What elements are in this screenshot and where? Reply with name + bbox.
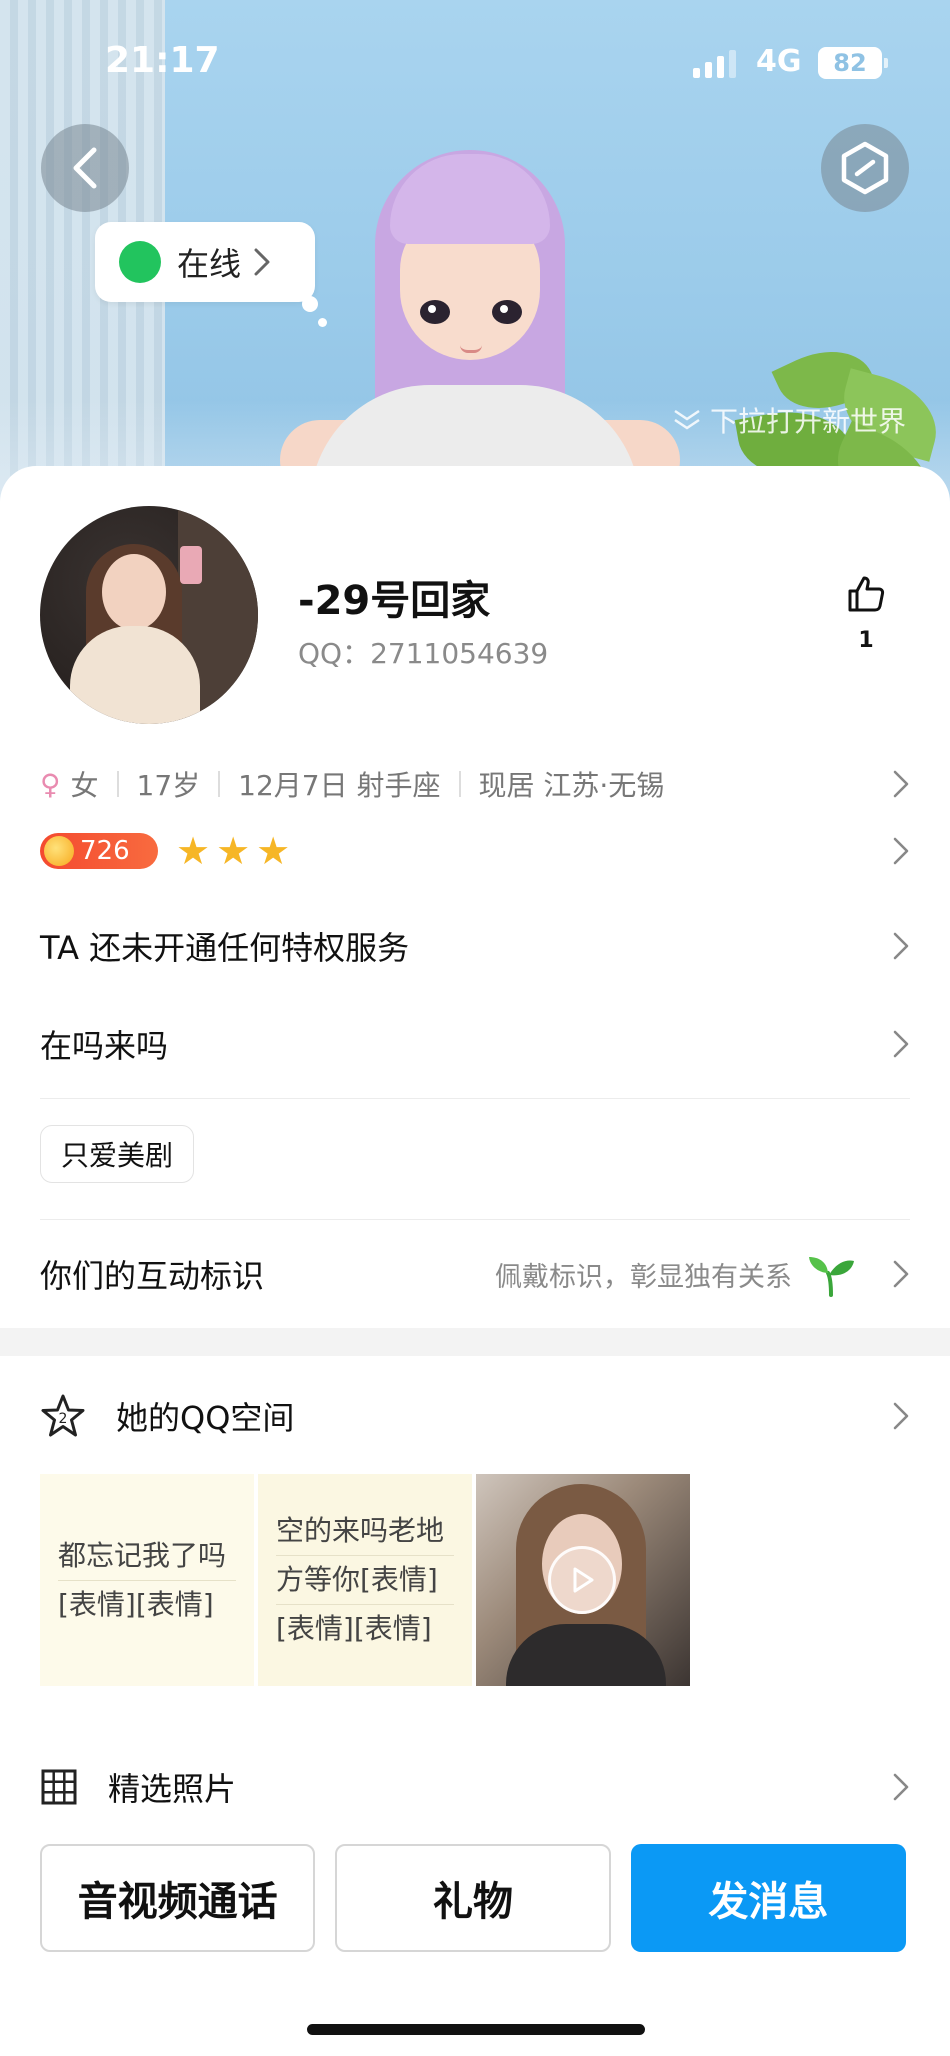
gender-label: 女 (70, 769, 99, 802)
chevron-right-icon (254, 248, 270, 276)
grid-icon (41, 1769, 77, 1805)
qzone-star-icon: 2 (41, 1394, 85, 1437)
info-separator (218, 771, 221, 797)
interaction-label: 你们的互动标识 (40, 1257, 265, 1295)
thought-bubble-dot (318, 318, 327, 327)
battery-icon: 82 (818, 47, 888, 79)
qq-level-row[interactable]: 726 ★ ★ ★ (40, 826, 910, 876)
interaction-hint-text: 佩戴标识，彰显独有关系 (495, 1261, 792, 1293)
play-icon (548, 1546, 616, 1614)
qzone-title: 她的QQ空间 (116, 1399, 295, 1437)
signature-text: 在吗来吗 (40, 1027, 169, 1065)
basic-info-row[interactable]: ♀ 女 17岁 12月7日 射手座 现居 江苏·无锡 (40, 760, 910, 808)
svg-text:2: 2 (59, 1411, 68, 1427)
pull-hint-text: 下拉打开新世界 (710, 405, 907, 438)
double-chevron-down-icon (674, 409, 700, 430)
thought-bubble-dot (302, 296, 318, 312)
location-label: 现居 江苏·无锡 (478, 769, 665, 802)
post-line: 都忘记我了吗 (58, 1532, 236, 1581)
online-dot-icon (119, 241, 161, 283)
star-icon: ★ (176, 829, 211, 873)
qzone-row[interactable]: 2 她的QQ空间 (40, 1388, 910, 1444)
divider (40, 1098, 910, 1099)
level-stars: ★ ★ ★ (176, 832, 290, 870)
info-separator (458, 771, 461, 797)
star-icon: ★ (216, 829, 251, 873)
featured-photos-title: 精选照片 (108, 1770, 237, 1808)
chevron-right-icon (893, 932, 909, 960)
action-bar: 音视频通话 礼物 发消息 (40, 1844, 907, 1952)
birthday-label: 12月7日 射手座 (238, 769, 441, 802)
post-line: 空的来吗老地 (276, 1507, 454, 1556)
home-indicator[interactable] (307, 2024, 645, 2035)
signature-row[interactable]: 在吗来吗 (40, 1012, 910, 1076)
nickname: -29号回家 (298, 578, 491, 624)
female-icon: ♀ (40, 767, 61, 801)
chevron-left-icon (73, 147, 97, 189)
chevron-right-icon (893, 837, 909, 865)
av-call-button[interactable]: 音视频通话 (40, 1844, 316, 1952)
hexagon-icon (841, 141, 889, 195)
gift-button[interactable]: 礼物 (335, 1844, 611, 1952)
chevron-right-icon (893, 1402, 909, 1430)
interest-tag[interactable]: 只爱美剧 (40, 1125, 195, 1183)
network-type: 4G (756, 44, 802, 79)
qq-number: 2711054639 (370, 637, 549, 670)
divider (40, 1219, 910, 1220)
chevron-right-icon (893, 1030, 909, 1058)
thumbs-up-icon (848, 576, 885, 612)
age-label: 17岁 (136, 769, 201, 802)
interaction-mark-row[interactable]: 你们的互动标识 佩戴标识，彰显独有关系 (40, 1242, 910, 1306)
star-icon: ★ (256, 829, 291, 873)
chevron-right-icon (893, 770, 909, 798)
info-separator (116, 771, 119, 797)
featured-photos-row[interactable]: 精选照片 (40, 1758, 910, 1816)
online-status-label: 在线 (177, 245, 242, 283)
like-count: 1 (858, 628, 874, 653)
signal-icon (693, 50, 736, 78)
profile-cover[interactable]: 21:17 4G 82 在线 下拉打开新世界 (0, 0, 950, 520)
avatar-character (280, 140, 700, 520)
send-message-button[interactable]: 发消息 (630, 1844, 907, 1952)
avatar[interactable] (40, 506, 258, 724)
qzone-post-tile[interactable]: 都忘记我了吗 [表情][表情] (40, 1474, 254, 1686)
qzone-video-tile[interactable] (476, 1474, 690, 1686)
section-separator (0, 1328, 950, 1356)
sprout-icon (809, 1257, 854, 1297)
more-options-button[interactable] (821, 124, 909, 212)
chevron-right-icon (893, 1260, 909, 1288)
online-status-pill[interactable]: 在线 (95, 222, 315, 302)
level-badge: 726 (40, 833, 158, 869)
level-value: 726 (80, 836, 130, 866)
chevron-right-icon (893, 1773, 909, 1801)
qq-label: QQ： (298, 637, 371, 670)
like-button[interactable]: 1 (840, 574, 892, 653)
qzone-post-tile[interactable]: 空的来吗老地 方等你[表情] [表情][表情] (258, 1474, 472, 1686)
interaction-hint: 佩戴标识，彰显独有关系 (495, 1249, 856, 1299)
privilege-row[interactable]: TA 还未开通任何特权服务 (40, 914, 910, 978)
post-line: 方等你[表情] (276, 1556, 454, 1605)
back-button[interactable] (41, 124, 129, 212)
qzone-posts: 都忘记我了吗 [表情][表情] 空的来吗老地 方等你[表情] [表情][表情] (40, 1474, 690, 1686)
post-line: [表情][表情] (276, 1612, 432, 1645)
status-time: 21:17 (105, 40, 220, 81)
post-line: [表情][表情] (58, 1587, 214, 1621)
pull-down-hint: 下拉打开新世界 (672, 400, 906, 440)
status-bar: 21:17 4G 82 (0, 0, 950, 120)
sun-icon (44, 836, 74, 866)
privilege-text: TA 还未开通任何特权服务 (40, 929, 410, 967)
qq-number-line[interactable]: QQ：2711054639 (298, 632, 548, 672)
